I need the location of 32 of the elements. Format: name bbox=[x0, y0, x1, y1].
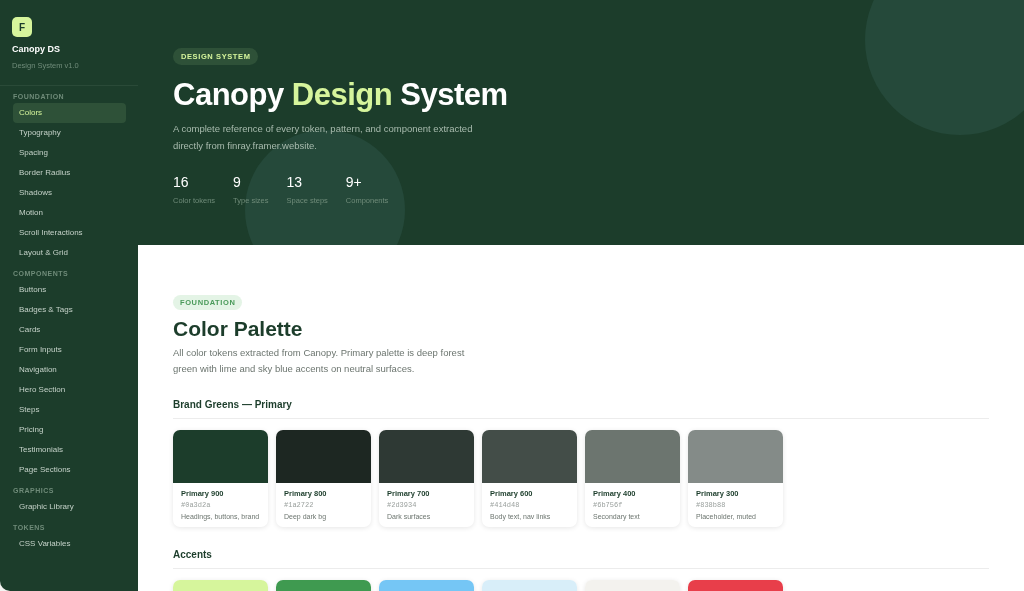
sidebar-item[interactable]: Typography bbox=[13, 122, 126, 143]
stat-value: 13 bbox=[286, 173, 304, 193]
sidebar-item[interactable]: Motion bbox=[13, 202, 126, 223]
sidebar-item[interactable]: Steps bbox=[13, 399, 126, 420]
sidebar-item[interactable]: Scroll Interactions bbox=[13, 222, 126, 243]
stat-value: 16 bbox=[173, 173, 190, 193]
sidebar-item[interactable]: Pricing bbox=[13, 419, 126, 440]
sidebar-item[interactable]: Shadows bbox=[13, 182, 126, 203]
stat-value: 9 bbox=[233, 173, 242, 193]
sidebar-item[interactable]: CSS Variables bbox=[13, 533, 126, 554]
sidebar-item[interactable]: Form Inputs bbox=[13, 339, 126, 360]
sidebar-item[interactable]: Cards bbox=[13, 319, 126, 340]
sidebar-item[interactable]: Page Sections bbox=[13, 459, 126, 480]
sidebar-item[interactable]: Graphic Library bbox=[13, 496, 126, 517]
stat-value: 9+ bbox=[345, 173, 363, 193]
section-title: Color Palette bbox=[173, 316, 304, 342]
group-heading: Brand Greens — Primary bbox=[173, 396, 989, 419]
sidebar-item[interactable]: Border Radius bbox=[13, 162, 126, 183]
hero-title: Canopy Design System bbox=[173, 76, 509, 114]
sidebar-item[interactable]: Spacing bbox=[13, 142, 126, 163]
sidebar-item[interactable]: Navigation bbox=[13, 359, 126, 380]
sidebar-item[interactable]: Buttons bbox=[13, 279, 126, 300]
hero-description: A complete reference of every token, pattern, and component extracted directly from finray.framer.website. bbox=[173, 122, 474, 153]
section-description: All color tokens extracted from Canopy. Primary palette is deep forest green with lime and sky blue accents on neutral surfaces. bbox=[173, 346, 466, 376]
sidebar-item[interactable]: Testimonials bbox=[13, 439, 126, 460]
app-title: Canopy DS bbox=[12, 43, 61, 56]
sidebar-item[interactable]: Badges & Tags bbox=[13, 299, 126, 320]
group-heading: Accents bbox=[173, 546, 989, 569]
sidebar-item[interactable]: Colors bbox=[13, 102, 126, 123]
logo-icon: F bbox=[12, 17, 32, 37]
sidebar-item[interactable]: Hero Section bbox=[13, 379, 126, 400]
sidebar-item[interactable]: Layout & Grid bbox=[13, 242, 126, 263]
